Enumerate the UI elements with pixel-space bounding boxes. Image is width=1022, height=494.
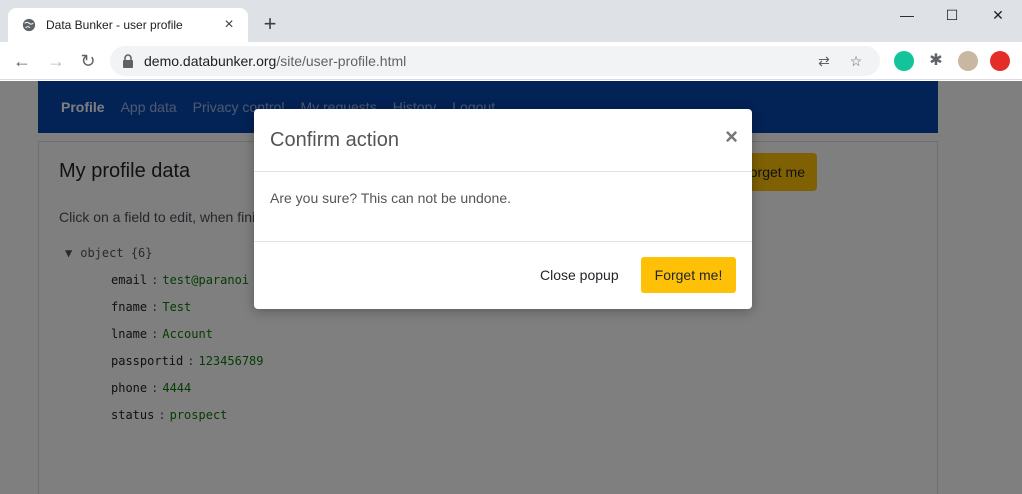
browser-toolbar: ← → ↻ demo.databunker.org/site/user-prof… (0, 42, 1022, 80)
back-icon[interactable]: ← (8, 47, 36, 75)
tab-close-icon[interactable]: × (220, 16, 238, 34)
reload-icon[interactable]: ↻ (74, 47, 102, 75)
forward-icon[interactable]: → (42, 47, 70, 75)
tab-title: Data Bunker - user profile (46, 18, 183, 32)
modal-close-icon[interactable]: × (725, 123, 738, 151)
translate-icon[interactable]: ⇄ (812, 49, 836, 73)
url-text: demo.databunker.org/site/user-profile.ht… (144, 53, 804, 69)
window-close-icon[interactable]: ✕ (975, 4, 1021, 26)
profile-avatar[interactable] (958, 51, 978, 71)
browser-tab[interactable]: Data Bunker - user profile × (8, 8, 248, 42)
modal-message: Are you sure? This can not be undone. (270, 190, 512, 206)
globe-icon (22, 18, 36, 32)
browser-tab-bar: Data Bunker - user profile × + — ☐ ✕ (0, 0, 1022, 42)
bookmark-star-icon[interactable]: ☆ (844, 49, 868, 73)
close-popup-button[interactable]: Close popup (530, 257, 629, 293)
new-tab-icon[interactable]: + (258, 12, 282, 36)
confirm-modal: Confirm action × Are you sure? This can … (254, 109, 752, 309)
confirm-forget-button[interactable]: Forget me! (641, 257, 736, 293)
modal-header: Confirm action × (254, 109, 752, 172)
modal-body: Are you sure? This can not be undone. (254, 172, 752, 242)
maximize-icon[interactable]: ☐ (929, 4, 975, 26)
extensions-puzzle-icon[interactable]: ✱ (926, 51, 946, 71)
url-host: demo.databunker.org (144, 53, 277, 69)
minimize-icon[interactable]: — (884, 4, 930, 26)
modal-title: Confirm action (270, 129, 399, 151)
update-icon[interactable] (990, 51, 1010, 71)
modal-footer: Close popup Forget me! (254, 242, 752, 308)
address-bar[interactable]: demo.databunker.org/site/user-profile.ht… (110, 46, 880, 76)
lock-icon (123, 54, 133, 68)
grammarly-icon[interactable] (894, 51, 914, 71)
url-path: /site/user-profile.html (276, 53, 407, 69)
